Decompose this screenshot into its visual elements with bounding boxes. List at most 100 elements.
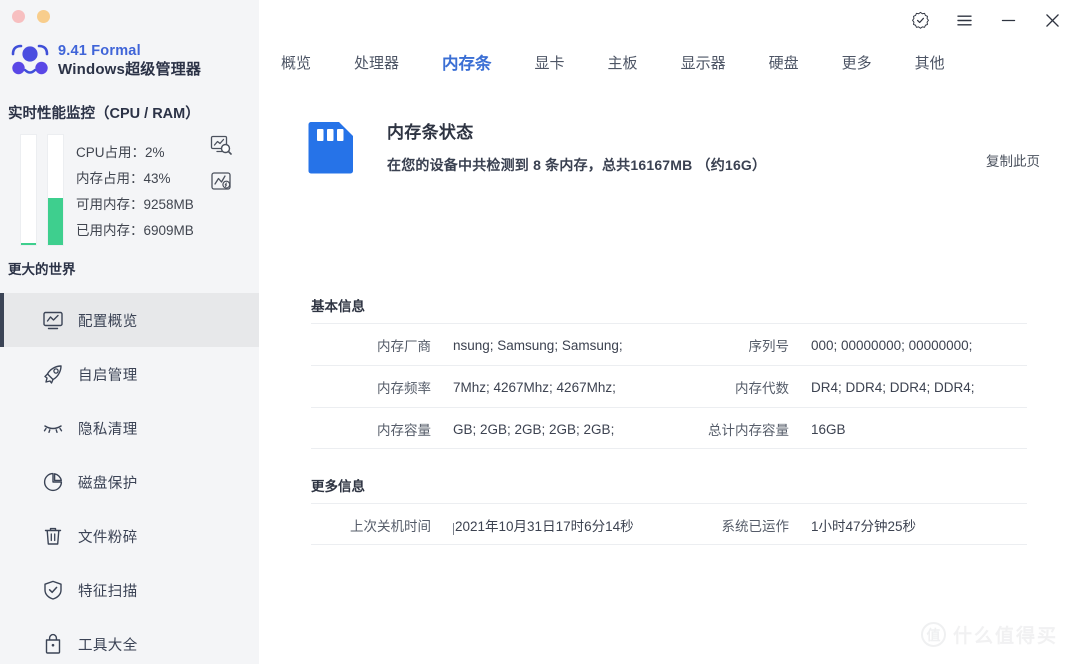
more-info-title: 更多信息: [311, 479, 365, 494]
row-label: 内存厂商: [377, 339, 431, 354]
tab-gpu[interactable]: 显卡: [535, 48, 565, 77]
watermark-logo-icon: 值: [920, 622, 946, 647]
tab-overview[interactable]: 概览: [281, 48, 311, 77]
row-value: 7Mhz; 4267Mhz; 4267Mhz;: [453, 379, 616, 395]
row-value: 1小时47分钟25秒: [811, 519, 917, 534]
app-version: 9.41 Formal: [58, 43, 141, 59]
table-row: 内存频率 7Mhz; 4267Mhz; 4267Mhz; 内存代数 DR4; D…: [311, 365, 1027, 407]
closed-eye-icon: [42, 417, 64, 439]
close-window-dot[interactable]: [12, 10, 25, 23]
ram-usage-bar: [47, 134, 64, 246]
minimize-icon[interactable]: [990, 4, 1026, 36]
table-cell: 内存厂商 nsung; Samsung; Samsung;: [311, 324, 669, 366]
table-cell: 内存代数 DR4; DDR4; DDR4; DDR4;: [669, 366, 1027, 408]
hamburger-menu-icon[interactable]: [946, 4, 982, 36]
row-label: 序列号: [748, 339, 790, 354]
watermark-text: 什么值得买: [952, 626, 1058, 647]
sidebar-item-label: 特征扫描: [78, 583, 138, 600]
chart-search-icon[interactable]: [210, 134, 232, 156]
tab-monitor[interactable]: 显示器: [681, 48, 726, 77]
basic-info-title: 基本信息: [311, 299, 365, 314]
tab-motherboard[interactable]: 主板: [608, 48, 638, 77]
performance-bars: [20, 134, 64, 246]
table-cell: 内存容量 GB; 2GB; 2GB; 2GB; 2GB;: [311, 408, 669, 450]
ram-used-text: 已用内存：6909MB: [76, 223, 194, 238]
sidebar-item-label: 工具大全: [78, 637, 138, 654]
row-value: 000; 00000000; 00000000;: [811, 337, 973, 353]
row-value: nsung; Samsung; Samsung;: [453, 337, 623, 353]
sidebar-item-disk-protect[interactable]: 磁盘保护: [0, 455, 259, 509]
row-label: 内存容量: [377, 423, 431, 438]
sidebar-item-label: 配置概览: [78, 313, 138, 330]
table-cell: 系统已运作 1小时47分钟25秒: [669, 504, 1027, 546]
table-cell: 总计内存容量 16GB: [669, 408, 1027, 450]
app-brand: 9.41 Formal Windows超级管理器: [10, 42, 201, 80]
performance-monitor-title: 实时性能监控（CPU / RAM）: [8, 106, 200, 122]
cpu-usage-text: CPU占用：2%: [76, 145, 165, 160]
sidebar-nav: 配置概览 自启管理 隐私清理 磁盘保护 文件粉碎 特征扫描 工具大全: [0, 293, 259, 664]
row-label: 内存频率: [377, 381, 431, 396]
titlebar-controls: [902, 0, 1080, 40]
rocket-icon: [42, 363, 64, 385]
main-tabs: 概览 处理器 内存条 显卡 主板 显示器 硬盘 更多 其他: [281, 46, 988, 78]
table-cell: 内存频率 7Mhz; 4267Mhz; 4267Mhz;: [311, 366, 669, 408]
app-window: 9.41 Formal Windows超级管理器 实时性能监控（CPU / RA…: [0, 0, 1080, 664]
row-value: DR4; DDR4; DDR4; DDR4;: [811, 379, 975, 395]
tab-more[interactable]: 更多: [842, 48, 872, 77]
sidebar-section-label: 更大的世界: [8, 262, 76, 277]
app-name: Windows超级管理器: [58, 60, 202, 78]
sidebar-item-startup-manager[interactable]: 自启管理: [0, 347, 259, 401]
sidebar-item-label: 磁盘保护: [78, 475, 138, 492]
cpu-usage-bar-fill: [21, 242, 36, 245]
table-cell: 上次关机时间 2021年10月31日17时6分14秒: [311, 504, 669, 546]
sidebar-item-label: 文件粉碎: [78, 529, 138, 546]
memory-status-header: 内存条状态 在您的设备中共检测到 8 条内存，总共16167MB （约16G）: [306, 118, 766, 176]
page-title: 内存条状态: [387, 123, 474, 142]
sd-card-icon: [306, 119, 358, 176]
tab-harddisk[interactable]: 硬盘: [769, 48, 799, 77]
monitor-chart-icon: [42, 309, 64, 331]
row-label: 总计内存容量: [708, 423, 789, 438]
shield-check-icon: [42, 579, 64, 601]
basic-info-table: 内存厂商 nsung; Samsung; Samsung; 序列号 000; 0…: [311, 323, 1027, 449]
copy-page-link[interactable]: 复制此页: [986, 150, 1040, 170]
tab-processor[interactable]: 处理器: [354, 48, 399, 77]
more-info-table: 上次关机时间 2021年10月31日17时6分14秒 系统已运作 1小时47分钟…: [311, 503, 1027, 545]
chart-boost-icon[interactable]: [210, 170, 232, 192]
tab-memory[interactable]: 内存条: [442, 46, 492, 78]
sidebar-item-feature-scan[interactable]: 特征扫描: [0, 563, 259, 617]
trash-icon: [42, 525, 64, 547]
row-value: 16GB: [811, 421, 846, 437]
ram-usage-text: 内存占用：43%: [76, 171, 171, 186]
performance-actions: [210, 134, 232, 192]
sidebar-item-toolbox[interactable]: 工具大全: [0, 617, 259, 664]
close-icon[interactable]: [1034, 4, 1070, 36]
app-logo-icon: [10, 42, 50, 80]
sidebar-item-config-overview[interactable]: 配置概览: [0, 293, 259, 347]
table-row: 内存厂商 nsung; Samsung; Samsung; 序列号 000; 0…: [311, 323, 1027, 365]
sidebar-item-label: 自启管理: [78, 367, 138, 384]
table-row: 上次关机时间 2021年10月31日17时6分14秒 系统已运作 1小时47分钟…: [311, 503, 1027, 545]
sidebar-item-file-shredder[interactable]: 文件粉碎: [0, 509, 259, 563]
bag-icon: [42, 633, 64, 655]
sidebar: 9.41 Formal Windows超级管理器 实时性能监控（CPU / RA…: [0, 0, 259, 664]
shield-check-icon[interactable]: [902, 4, 938, 36]
cpu-usage-bar: [20, 134, 37, 246]
table-row: 内存容量 GB; 2GB; 2GB; 2GB; 2GB; 总计内存容量 16GB: [311, 407, 1027, 449]
watermark: 值 什么值得买: [920, 621, 1058, 648]
page-subtitle: 在您的设备中共检测到 8 条内存，总共16167MB （约16G）: [387, 157, 767, 173]
main-content: 概览 处理器 内存条 显卡 主板 显示器 硬盘 更多 其他 内存条状态 在您的设…: [259, 0, 1080, 664]
ram-available-text: 可用内存：9258MB: [76, 197, 194, 212]
table-cell: 序列号 000; 00000000; 00000000;: [669, 324, 1027, 366]
sidebar-item-privacy-clean[interactable]: 隐私清理: [0, 401, 259, 455]
tab-other[interactable]: 其他: [915, 48, 945, 77]
pie-chart-icon: [42, 471, 64, 493]
window-traffic-lights: [12, 10, 50, 23]
sidebar-item-label: 隐私清理: [78, 421, 138, 438]
minimize-window-dot[interactable]: [37, 10, 50, 23]
row-value: 2021年10月31日17时6分14秒: [453, 515, 669, 535]
performance-readouts: CPU占用：2% 内存占用：43% 可用内存：9258MB 已用内存：6909M…: [76, 140, 194, 244]
row-label: 内存代数: [735, 381, 789, 396]
row-label: 系统已运作: [721, 519, 790, 534]
ram-usage-bar-fill: [48, 197, 63, 245]
